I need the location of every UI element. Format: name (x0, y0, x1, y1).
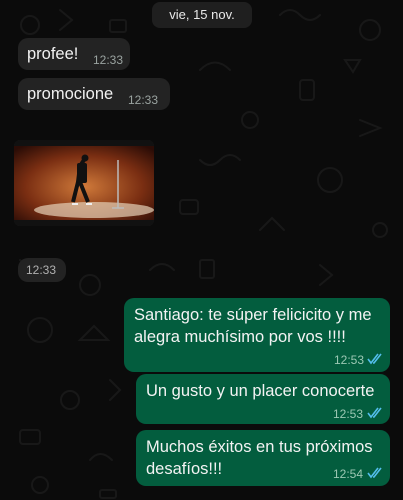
outgoing-message[interactable]: Un gusto y un placer conocerte 12:53 (136, 374, 390, 424)
incoming-message[interactable]: profee! 12:33 (18, 38, 130, 70)
double-check-read-icon (367, 353, 382, 365)
outgoing-message[interactable]: Muchos éxitos en tus próximos desafíos!!… (136, 430, 390, 486)
message-text: promocione (27, 85, 114, 103)
message-text: profee! (27, 45, 79, 63)
message-text-line: Un gusto y un placer conocerte (146, 382, 375, 400)
message-time: 12:53 (333, 407, 364, 421)
message-time: 12:33 (128, 93, 159, 107)
message-text-line: Santiago: te súper felicicito y me (134, 306, 372, 324)
dancer-gif-thumbnail (14, 140, 154, 226)
message-text-line: Muchos éxitos en tus próximos (146, 438, 373, 456)
message-text-line: alegra muchísimo por vos !!!! (134, 328, 346, 346)
message-time: 12:54 (333, 467, 364, 481)
media-gif-message[interactable] (14, 140, 154, 226)
message-time: 12:33 (26, 263, 57, 277)
double-check-read-icon (367, 407, 382, 419)
media-time-bubble: 12:33 (18, 258, 66, 282)
incoming-message[interactable]: promocione 12:33 (18, 78, 170, 110)
message-time: 12:53 (334, 353, 365, 367)
chat-wallpaper (19, 9, 388, 499)
message-text-line: desafíos!!! (146, 460, 223, 478)
outgoing-message[interactable]: Santiago: te súper felicicito y me alegr… (124, 298, 390, 372)
date-separator: vie, 15 nov. (152, 2, 252, 28)
message-time: 12:33 (93, 53, 124, 67)
double-check-read-icon (367, 467, 382, 479)
